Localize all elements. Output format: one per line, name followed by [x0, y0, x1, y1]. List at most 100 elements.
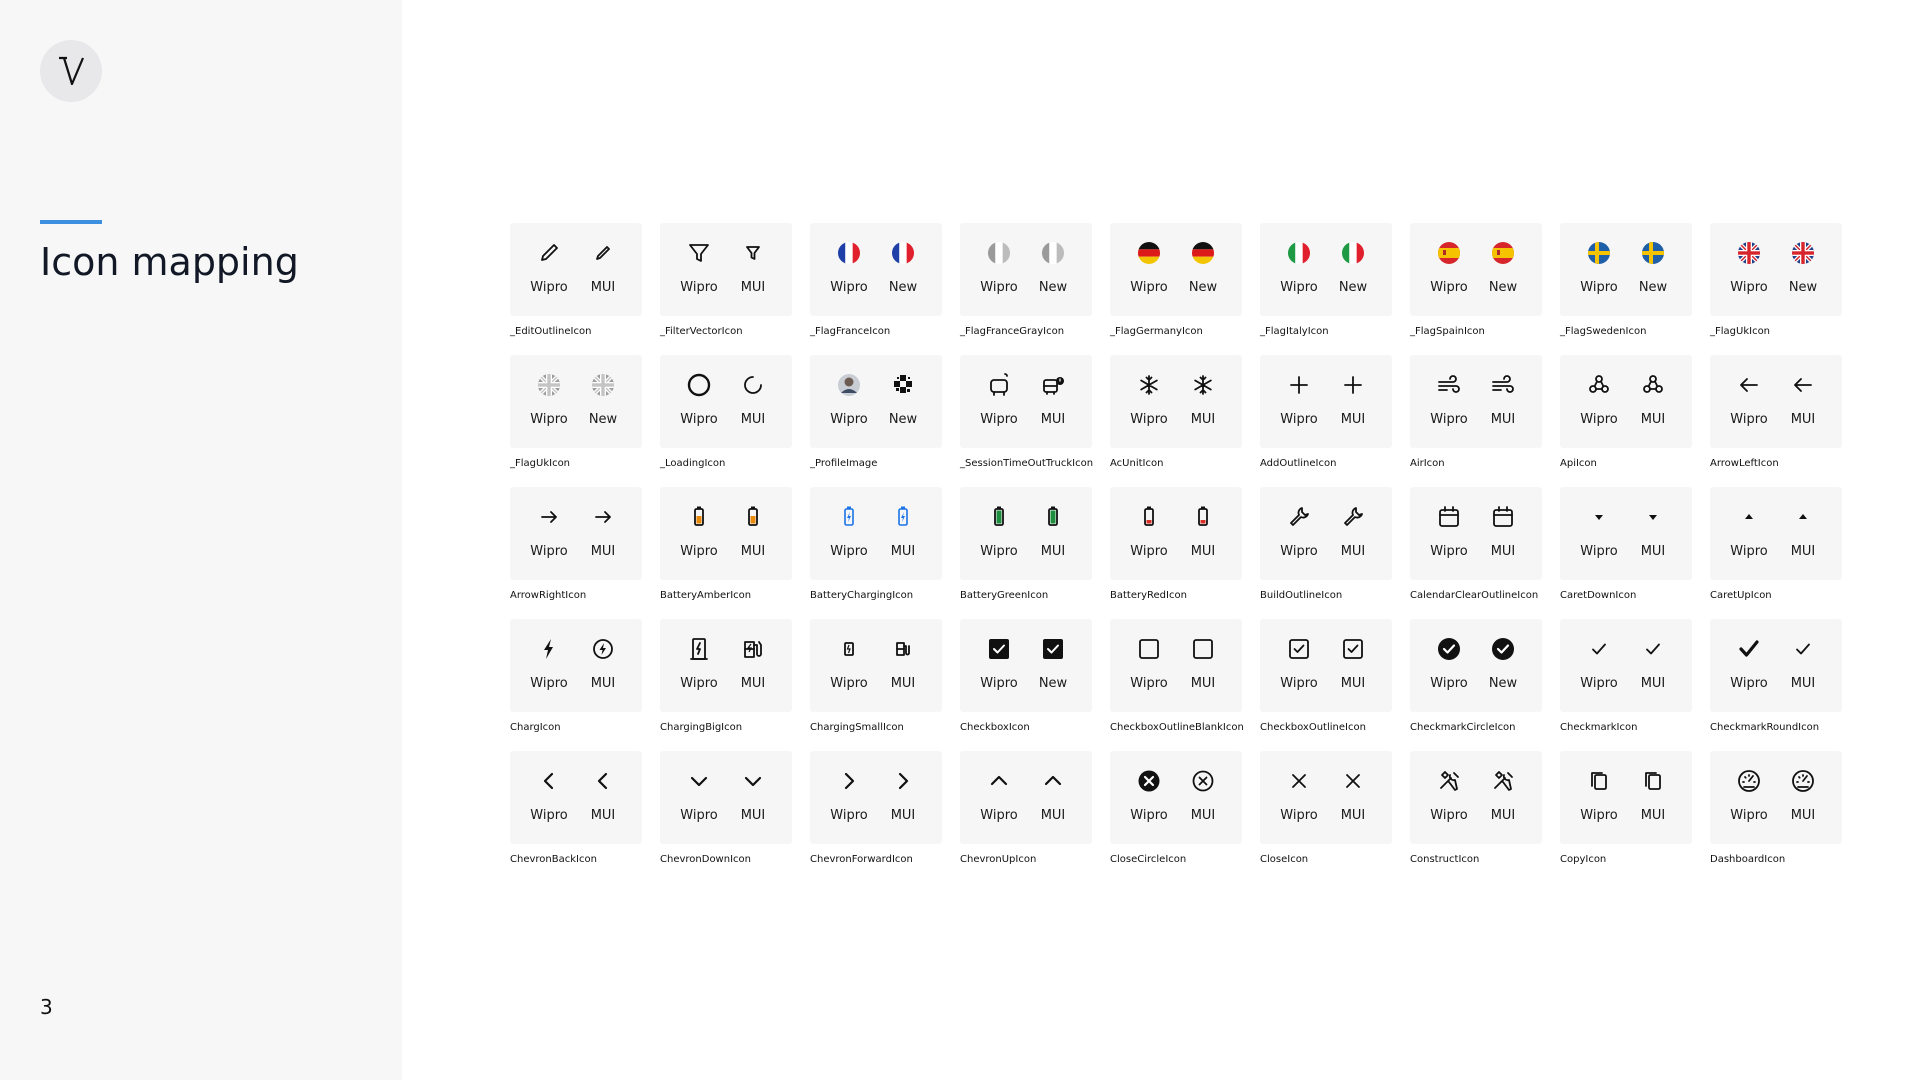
- title-accent-bar: [40, 220, 102, 224]
- chevron-down-icon: [685, 767, 713, 795]
- battery-red-icon: [1189, 503, 1217, 531]
- icon-name-label: CheckboxOutlineIcon: [1260, 722, 1366, 733]
- icon-variant-wipro: Wipro: [1422, 619, 1476, 712]
- icon-mapping-cell: Wipro MUI _LoadingIcon: [660, 355, 810, 485]
- charging-station-small-icon: [835, 635, 863, 663]
- checkbox-outline-icon: [1285, 635, 1313, 663]
- variant-label: MUI: [1790, 676, 1816, 691]
- variant-label: MUI: [1640, 676, 1666, 691]
- variant-label: MUI: [1190, 412, 1216, 427]
- icon-variant-mui: MUI: [1176, 751, 1230, 844]
- chevron-up-icon: [985, 767, 1013, 795]
- checkbox-checked-icon: [1039, 635, 1067, 663]
- variant-label: Wipro: [1730, 676, 1768, 691]
- icon-name-label: ChevronUpIcon: [960, 854, 1037, 865]
- dashboard-gauge-icon: [1789, 767, 1817, 795]
- icon-comparison-card: Wipro MUI: [510, 619, 642, 712]
- icon-mapping-cell: Wipro MUI BuildOutlineIcon: [1260, 487, 1410, 617]
- icon-comparison-card: Wipro MUI: [1710, 619, 1842, 712]
- icon-variant-mui: MUI: [1176, 355, 1230, 448]
- icon-name-label: CaretDownIcon: [1560, 590, 1637, 601]
- icon-variant-mui: MUI: [1626, 619, 1680, 712]
- icon-variant-wipro: Wipro: [672, 355, 726, 448]
- icon-comparison-card: Wipro MUI: [1410, 355, 1542, 448]
- icon-mapping-cell: Wipro MUI _FilterVectorIcon: [660, 223, 810, 353]
- flag-germany-icon: [1189, 239, 1217, 267]
- wrench-icon: [1339, 503, 1367, 531]
- icon-mapping-cell: Wipro MUI ConstructIcon: [1410, 751, 1560, 881]
- icon-name-label: CalendarClearOutlineIcon: [1410, 590, 1539, 601]
- icon-variant-wipro: Wipro: [522, 751, 576, 844]
- variant-label: Wipro: [1130, 676, 1168, 691]
- icon-mapping-cell: Wipro MUI BatteryAmberIcon: [660, 487, 810, 617]
- filter-outline-icon: [685, 239, 713, 267]
- variant-label: Wipro: [980, 412, 1018, 427]
- icon-variant-wipro: Wipro: [672, 751, 726, 844]
- variant-label: New: [888, 280, 918, 295]
- icon-mapping-cell: Wipro MUI CaretUpIcon: [1710, 487, 1860, 617]
- icon-comparison-card: Wipro MUI: [960, 355, 1092, 448]
- icon-variant-wipro: Wipro: [1272, 355, 1326, 448]
- caret-down-icon: [1585, 503, 1613, 531]
- icon-name-label: CheckboxIcon: [960, 722, 1030, 733]
- chevron-left-icon: [535, 767, 563, 795]
- icon-mapping-cell: Wipro MUI ChevronUpIcon: [960, 751, 1110, 881]
- icon-comparison-card: Wipro New: [1560, 223, 1692, 316]
- icon-mapping-cell: Wipro New _FlagSwedenIcon: [1560, 223, 1710, 353]
- flag-uk-gray-icon: [535, 371, 563, 399]
- flag-sweden-icon: [1639, 239, 1667, 267]
- icon-mapping-cell: Wipro New _ProfileImage: [810, 355, 960, 485]
- variant-label: New: [1488, 280, 1518, 295]
- variant-label: MUI: [1790, 412, 1816, 427]
- variant-label: MUI: [890, 808, 916, 823]
- icon-variant-mui: MUI: [876, 487, 930, 580]
- icon-name-label: ChargingBigIcon: [660, 722, 743, 733]
- variant-label: MUI: [1340, 676, 1366, 691]
- icon-variant-wipro: Wipro: [1722, 487, 1776, 580]
- variant-label: Wipro: [830, 412, 868, 427]
- snowflake-icon: [1135, 371, 1163, 399]
- icon-variant-mui: MUI: [576, 223, 630, 316]
- variant-label: MUI: [740, 676, 766, 691]
- icon-comparison-card: Wipro MUI: [810, 487, 942, 580]
- icon-variant-wipro: Wipro: [672, 619, 726, 712]
- icon-name-label: ConstructIcon: [1410, 854, 1480, 865]
- variant-label: Wipro: [830, 280, 868, 295]
- variant-label: MUI: [890, 544, 916, 559]
- icon-variant-wipro: Wipro: [672, 487, 726, 580]
- icon-name-label: ArrowLeftIcon: [1710, 458, 1779, 469]
- icon-variant-wipro: Wipro: [1122, 751, 1176, 844]
- icon-variant-new: New: [1026, 223, 1080, 316]
- loading-ring-icon: [685, 371, 713, 399]
- icon-variant-wipro: Wipro: [522, 619, 576, 712]
- icon-comparison-card: Wipro MUI: [1710, 751, 1842, 844]
- flag-uk-icon: [1735, 239, 1763, 267]
- icon-name-label: _FlagFranceIcon: [810, 326, 891, 337]
- icon-comparison-card: Wipro MUI: [1110, 751, 1242, 844]
- icon-mapping-cell: Wipro MUI _SessionTimeOutTruckIcon: [960, 355, 1110, 485]
- icon-mapping-cell: Wipro MUI ChevronForwardIcon: [810, 751, 960, 881]
- battery-amber-icon: [739, 503, 767, 531]
- icon-comparison-card: Wipro New: [1110, 223, 1242, 316]
- icon-name-label: ArrowRightIcon: [510, 590, 587, 601]
- icon-variant-mui: MUI: [1626, 487, 1680, 580]
- checkmark-icon: [1789, 635, 1817, 663]
- check-circle-icon: [1489, 635, 1517, 663]
- variant-label: New: [1188, 280, 1218, 295]
- icon-variant-wipro: Wipro: [1722, 223, 1776, 316]
- icon-mapping-cell: Wipro MUI BatteryRedIcon: [1110, 487, 1260, 617]
- checkmark-icon: [1585, 635, 1613, 663]
- variant-label: Wipro: [830, 544, 868, 559]
- chevron-down-icon: [739, 767, 767, 795]
- air-icon: [1489, 371, 1517, 399]
- icon-comparison-card: Wipro MUI: [1410, 751, 1542, 844]
- bolt-icon: [535, 635, 563, 663]
- icon-name-label: CopyIcon: [1560, 854, 1607, 865]
- variant-label: Wipro: [980, 676, 1018, 691]
- variant-label: MUI: [1490, 808, 1516, 823]
- icon-variant-wipro: Wipro: [822, 751, 876, 844]
- icon-comparison-card: Wipro New: [960, 223, 1092, 316]
- variant-label: Wipro: [1580, 676, 1618, 691]
- icon-name-label: _FlagSpainIcon: [1410, 326, 1485, 337]
- variant-label: New: [1488, 676, 1518, 691]
